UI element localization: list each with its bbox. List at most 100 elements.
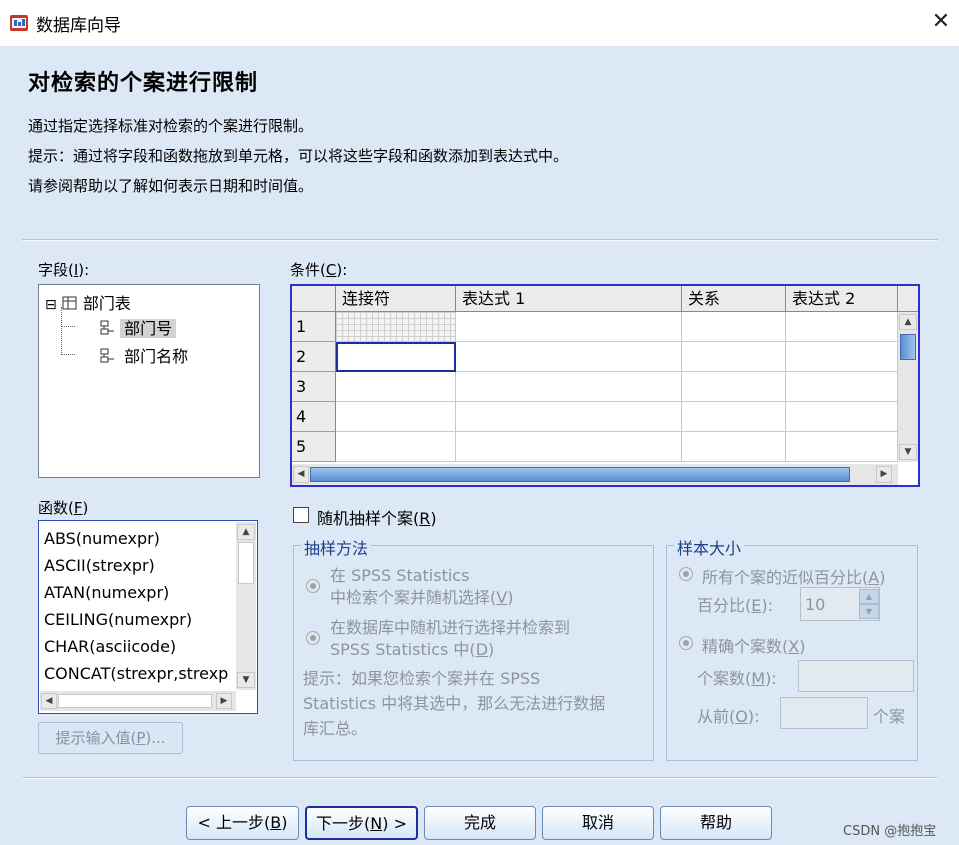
conditions-label: 条件(C): <box>290 261 348 279</box>
grid-cell[interactable] <box>336 402 456 432</box>
column-header-expr2[interactable]: 表达式 2 <box>786 286 898 312</box>
radio-approx-percent[interactable] <box>679 567 693 581</box>
app-icon <box>10 15 28 31</box>
function-item[interactable]: ATAN(numexpr) <box>44 583 169 602</box>
cancel-button[interactable]: 取消 <box>542 806 654 840</box>
percent-value: 10 <box>805 595 826 614</box>
radio-db-sample-label[interactable]: 在数据库中随机进行选择并检索到 SPSS Statistics 中(D) <box>330 617 570 661</box>
help-button[interactable]: 帮助 <box>660 806 772 840</box>
grid-cell[interactable] <box>456 402 682 432</box>
collapse-icon[interactable]: ⊟ <box>45 297 57 313</box>
spin-up-icon[interactable]: ▲ <box>859 589 879 604</box>
vertical-scrollbar[interactable]: ▲ ▼ <box>898 312 918 462</box>
radio-db-sample[interactable] <box>306 631 320 645</box>
scroll-down-icon[interactable]: ▼ <box>237 672 255 688</box>
row-header[interactable]: 4 <box>292 402 336 432</box>
column-header-connector[interactable]: 连接符 <box>336 286 456 312</box>
grid-corner <box>292 286 336 312</box>
tree-connector <box>61 354 75 355</box>
radio-exact-count-label[interactable]: 精确个案数(X) <box>702 633 805 657</box>
tree-node-label: 部门号 <box>120 319 177 338</box>
grid-cell[interactable] <box>682 342 786 372</box>
fields-tree[interactable]: ⊟ 部门表 部门号 部门名称 <box>38 284 260 478</box>
spin-down-icon[interactable]: ▼ <box>859 604 879 619</box>
row-header[interactable]: 1 <box>292 312 336 342</box>
scroll-thumb[interactable] <box>310 467 850 482</box>
tree-node-dept-name[interactable]: 部门名称 <box>99 343 192 367</box>
functions-list[interactable]: ABS(numexpr) ASCII(strexpr) ATAN(numexpr… <box>38 520 258 714</box>
grid-cell[interactable] <box>786 312 898 342</box>
row-header[interactable]: 2 <box>292 342 336 372</box>
function-item[interactable]: ABS(numexpr) <box>44 529 160 548</box>
scroll-thumb[interactable] <box>238 542 254 584</box>
grid-cell[interactable] <box>682 372 786 402</box>
sampling-hint: 提示：如果您检索个案并在 SPSS Statistics 中将其选中，那么无法进… <box>303 669 606 738</box>
grid-cell[interactable] <box>336 312 456 342</box>
from-input[interactable] <box>780 697 868 729</box>
scroll-up-icon[interactable]: ▲ <box>237 524 255 540</box>
finish-button[interactable]: 完成 <box>424 806 536 840</box>
scroll-thumb[interactable] <box>58 694 212 708</box>
function-item[interactable]: CEILING(numexpr) <box>44 610 192 629</box>
conditions-grid[interactable]: 连接符 表达式 1 关系 表达式 2 1 2 3 4 5 ▲ ▼ ◀ ▶ <box>290 284 920 487</box>
scroll-down-icon[interactable]: ▼ <box>899 444 917 460</box>
function-item[interactable]: CHAR(asciicode) <box>44 637 176 656</box>
next-button[interactable]: 下一步(N) > <box>305 806 418 840</box>
tree-node-label: 部门名称 <box>124 347 189 366</box>
radio-spss-sample[interactable] <box>306 579 320 593</box>
grid-cell-focused[interactable] <box>336 342 456 372</box>
scroll-left-icon[interactable]: ◀ <box>41 693 57 709</box>
scroll-up-icon[interactable]: ▲ <box>899 314 917 330</box>
scroll-left-icon[interactable]: ◀ <box>293 466 309 483</box>
random-sample-checkbox[interactable] <box>293 507 309 523</box>
grid-cell[interactable] <box>456 312 682 342</box>
grid-cell[interactable] <box>682 432 786 462</box>
field-icon <box>100 348 114 363</box>
row-header[interactable]: 3 <box>292 372 336 402</box>
grid-cell[interactable] <box>336 372 456 402</box>
function-item[interactable]: ASCII(strexpr) <box>44 556 155 575</box>
column-header-expr1[interactable]: 表达式 1 <box>456 286 682 312</box>
back-button[interactable]: < 上一步(B) <box>186 806 299 840</box>
grid-cell[interactable] <box>336 432 456 462</box>
scroll-right-icon[interactable]: ▶ <box>876 466 892 483</box>
grid-cell[interactable] <box>682 402 786 432</box>
watermark: CSDN @抱抱宝 <box>843 824 937 839</box>
row-header[interactable]: 5 <box>292 432 336 462</box>
random-sample-label[interactable]: 随机抽样个案(R) <box>317 505 437 529</box>
tree-connector <box>61 326 75 327</box>
grid-cell[interactable] <box>786 342 898 372</box>
grid-cell[interactable] <box>456 342 682 372</box>
field-icon <box>100 320 114 335</box>
vertical-scrollbar[interactable]: ▲ ▼ <box>236 522 256 690</box>
function-item[interactable]: CONCAT(strexpr,strexp <box>44 664 235 683</box>
scroll-thumb[interactable] <box>900 334 916 360</box>
radio-spss-sample-label[interactable]: 在 SPSS Statistics 中检索个案并随机选择(V) <box>330 565 513 609</box>
tree-node-label: 部门表 <box>82 294 131 313</box>
grid-cell[interactable] <box>456 432 682 462</box>
horizontal-scrollbar[interactable]: ◀ ▶ <box>40 691 236 711</box>
prompt-value-button[interactable]: 提示输入值(P)... <box>38 722 183 754</box>
radio-approx-percent-label[interactable]: 所有个案的近似百分比(A) <box>702 564 885 588</box>
horizontal-scrollbar[interactable]: ◀ ▶ <box>292 464 898 485</box>
percent-spinner[interactable]: 10 ▲ ▼ <box>800 587 880 621</box>
grid-cell[interactable] <box>786 432 898 462</box>
radio-exact-count[interactable] <box>679 636 693 650</box>
from-label: 从前(O): <box>697 707 760 726</box>
grid-cell[interactable] <box>456 372 682 402</box>
close-icon[interactable]: ✕ <box>930 8 952 36</box>
grid-cell[interactable] <box>786 402 898 432</box>
percent-label: 百分比(E): <box>697 596 773 615</box>
description-line-3: 请参阅帮助以了解如何表示日期和时间值。 <box>28 177 314 195</box>
tree-node-dept-table[interactable]: ⊟ 部门表 <box>45 290 131 314</box>
tree-connector <box>61 307 63 355</box>
description-line-1: 通过指定选择标准对检索的个案进行限制。 <box>28 117 314 135</box>
column-header-relation[interactable]: 关系 <box>682 286 786 312</box>
scroll-right-icon[interactable]: ▶ <box>216 693 232 709</box>
grid-cell[interactable] <box>682 312 786 342</box>
tree-node-dept-id[interactable]: 部门号 <box>99 315 177 339</box>
grid-cell[interactable] <box>786 372 898 402</box>
cases-suffix: 个案 <box>873 707 906 726</box>
page-heading: 对检索的个案进行限制 <box>28 71 259 96</box>
count-input[interactable] <box>798 660 914 692</box>
